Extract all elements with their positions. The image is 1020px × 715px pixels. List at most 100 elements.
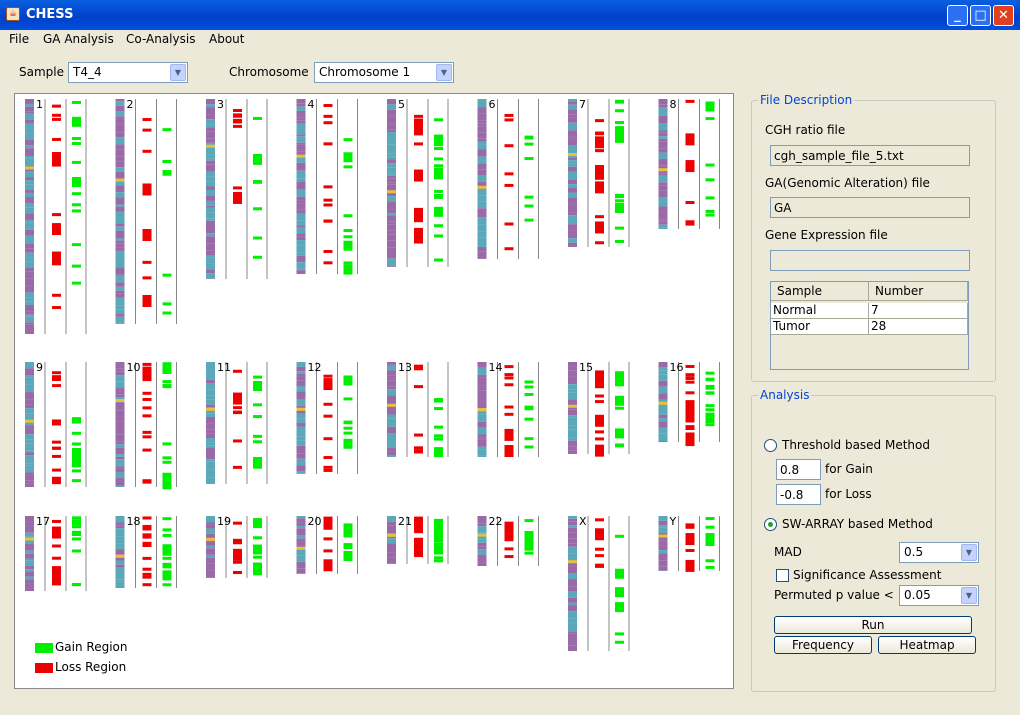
- gain-region: [162, 456, 172, 460]
- heatmap-button[interactable]: Heatmap: [878, 636, 976, 654]
- menu-file[interactable]: File: [9, 32, 29, 46]
- chromosome-select[interactable]: Chromosome 1 ▼: [314, 62, 454, 83]
- chromosome-19[interactable]: 19: [206, 515, 268, 578]
- chevron-down-icon[interactable]: ▼: [170, 64, 186, 81]
- minimize-button[interactable]: _: [947, 5, 968, 26]
- chromosome-band: [296, 398, 306, 406]
- close-button[interactable]: ✕: [993, 5, 1014, 26]
- table-cell[interactable]: Normal: [771, 303, 869, 319]
- loss-region: [52, 375, 61, 379]
- chromosome-band: [477, 163, 487, 170]
- chromosome-5[interactable]: 5: [387, 98, 449, 267]
- menu-ga-analysis[interactable]: GA Analysis: [43, 32, 114, 46]
- chevron-down-icon[interactable]: ▼: [961, 587, 977, 604]
- loss-region: [323, 378, 333, 391]
- gain-region: [162, 472, 172, 476]
- menu-about[interactable]: About: [209, 32, 244, 46]
- loss-region: [233, 521, 242, 525]
- chromosome-band: [115, 282, 125, 287]
- chromosome-12[interactable]: 12: [296, 361, 358, 474]
- chromosome-21[interactable]: 21: [387, 515, 449, 564]
- chromosome-4[interactable]: 4: [296, 98, 358, 275]
- gain-region: [434, 169, 443, 180]
- chromosome-2[interactable]: 2: [115, 98, 177, 324]
- table-cell[interactable]: Tumor: [771, 319, 869, 335]
- chromosome-16[interactable]: 16: [658, 361, 720, 447]
- gain-region: [253, 536, 262, 540]
- mad-select[interactable]: 0.5 ▼: [899, 542, 979, 563]
- cgh-file-field[interactable]: cgh_sample_file_5.txt: [770, 145, 970, 166]
- chromosome-17[interactable]: 17: [25, 515, 87, 591]
- chromosome-band: [568, 553, 577, 561]
- col-header-sample[interactable]: Sample: [771, 282, 869, 301]
- chromosome-3[interactable]: 3: [206, 98, 268, 279]
- loss-region: [52, 113, 61, 117]
- menu-co-analysis[interactable]: Co-Analysis: [126, 32, 195, 46]
- chromosome-10[interactable]: 10: [115, 361, 177, 490]
- gain-threshold-input[interactable]: 0.8: [776, 459, 821, 480]
- chromosome-X[interactable]: X: [568, 515, 630, 651]
- chromosome-band: [115, 167, 125, 172]
- loss-threshold-input[interactable]: -0.8: [776, 484, 821, 505]
- chromosome-band: [477, 390, 487, 396]
- loss-region: [323, 456, 333, 460]
- chromosome-8[interactable]: 8: [658, 98, 720, 229]
- chromosome-band: [206, 423, 215, 430]
- chromosome-20[interactable]: 20: [296, 515, 358, 574]
- permuted-p-select[interactable]: 0.05 ▼: [899, 585, 979, 606]
- frequency-button[interactable]: Frequency: [774, 636, 872, 654]
- chromosome-1[interactable]: 1: [25, 98, 87, 334]
- chromosome-band: [206, 220, 215, 226]
- chromosome-band: [296, 240, 306, 246]
- chromosome-13[interactable]: 13: [387, 361, 449, 458]
- sample-select[interactable]: T4_4 ▼: [68, 62, 188, 83]
- significance-checkbox[interactable]: [776, 569, 789, 582]
- chromosome-Y[interactable]: Y: [658, 515, 720, 572]
- chromosome-14[interactable]: 14: [477, 361, 539, 458]
- chromosome-band: [387, 395, 396, 398]
- chromosome-band: [387, 455, 396, 457]
- chromosome-11[interactable]: 11: [206, 361, 268, 484]
- chevron-down-icon[interactable]: ▼: [961, 544, 977, 561]
- chromosome-band: [568, 591, 577, 598]
- centromere: [387, 190, 396, 194]
- gain-region: [72, 519, 81, 523]
- gain-region: [72, 583, 81, 587]
- loss-region: [595, 132, 604, 136]
- chevron-down-icon[interactable]: ▼: [436, 64, 452, 81]
- ga-file-field[interactable]: GA: [770, 197, 970, 218]
- run-button[interactable]: Run: [774, 616, 972, 634]
- chromosome-band: [25, 425, 34, 429]
- chromosome-band: [296, 518, 306, 523]
- chromosome-band: [25, 106, 34, 112]
- chromosome-band: [658, 182, 668, 186]
- chromosome-band: [568, 518, 577, 522]
- menu-bar: File GA Analysis Co-Analysis About: [0, 30, 1020, 50]
- chromosome-6[interactable]: 6: [477, 98, 539, 259]
- maximize-button[interactable]: □: [970, 5, 991, 26]
- chromosome-7[interactable]: 7: [568, 98, 630, 247]
- expr-file-field[interactable]: [770, 250, 970, 271]
- chromosome-band: [25, 579, 34, 584]
- table-cell[interactable]: 7: [869, 303, 968, 319]
- chromosome-band: [115, 468, 125, 473]
- chromosome-22[interactable]: 22: [477, 515, 539, 566]
- chromosome-9[interactable]: 9: [25, 361, 87, 487]
- gain-region: [162, 563, 172, 567]
- threshold-radio[interactable]: [764, 439, 777, 452]
- loss-region: [323, 121, 333, 125]
- chromosome-band: [658, 224, 668, 228]
- chromosome-band: [387, 224, 396, 231]
- chromosome-band: [206, 438, 215, 443]
- chromosome-band: [387, 116, 396, 124]
- col-header-number[interactable]: Number: [869, 282, 968, 301]
- loss-region: [52, 570, 61, 574]
- chromosome-band: [206, 154, 215, 159]
- loss-legend-swatch: [35, 663, 53, 673]
- chromosome-band: [296, 262, 306, 269]
- swarray-radio[interactable]: [764, 518, 777, 531]
- chromosome-band: [296, 196, 306, 201]
- chromosome-15[interactable]: 15: [568, 361, 630, 457]
- table-cell[interactable]: 28: [869, 319, 968, 335]
- chromosome-18[interactable]: 18: [115, 515, 177, 588]
